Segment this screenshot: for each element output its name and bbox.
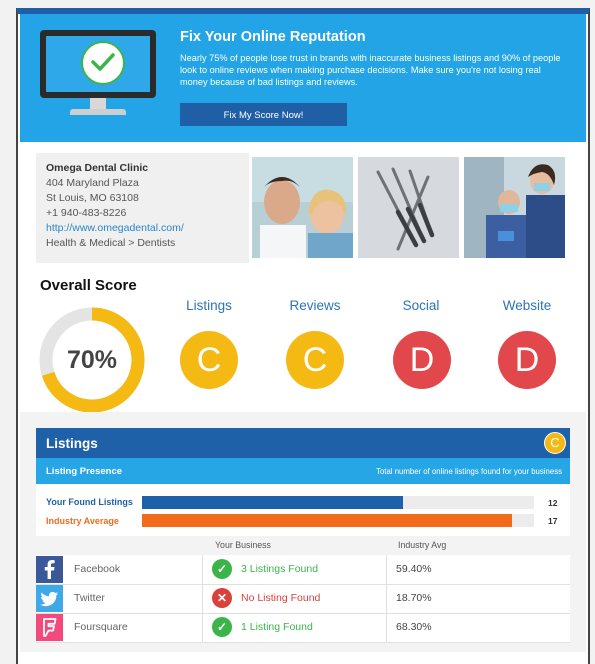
foursquare-icon: [36, 614, 63, 641]
facebook-icon: [36, 556, 63, 583]
score-label-website: Website: [502, 298, 552, 313]
industry-average-bar: [142, 514, 513, 527]
listings-grade-badge: C: [544, 432, 566, 454]
site-name: Twitter: [74, 592, 105, 604]
business-address-line1: 404 Maryland Plaza: [46, 177, 139, 189]
business-phone: +1 940-483-8226: [46, 207, 127, 219]
monitor-base: [70, 109, 126, 115]
industry-average-label: Industry Average: [46, 516, 119, 526]
business-address-line2: St Louis, MO 63108: [46, 192, 139, 204]
business-card: Omega Dental Clinic 404 Maryland Plaza S…: [36, 153, 249, 263]
cross-icon: ✕: [212, 588, 232, 608]
score-label-listings: Listings: [186, 298, 232, 313]
photo-dental-tools: [358, 157, 459, 258]
column-header-industry-avg: Industry Avg: [398, 540, 447, 550]
table-row: Facebook ✓ 3 Listings Found 59.40%: [36, 555, 570, 585]
business-name: Omega Dental Clinic: [46, 162, 149, 174]
business-website-link[interactable]: http://www.omegadental.com/: [46, 221, 249, 236]
checkmark-icon: [81, 41, 125, 85]
listing-status: 1 Listing Found: [241, 621, 313, 633]
industry-avg-value: 59.40%: [396, 563, 432, 575]
overall-score-value: 70%: [66, 346, 118, 374]
column-divider: [386, 555, 387, 584]
business-category: Health & Medical > Dentists: [46, 237, 176, 249]
column-divider: [202, 584, 203, 613]
column-divider: [202, 613, 203, 642]
banner-title: Fix Your Online Reputation: [180, 29, 366, 45]
monitor-icon: [40, 30, 156, 98]
grade-badge-social: D: [393, 331, 451, 389]
listing-presence-header: Listing Presence Total number of online …: [36, 458, 570, 484]
column-divider: [386, 613, 387, 642]
your-listings-value: 12: [548, 498, 558, 508]
table-row: Foursquare ✓ 1 Listing Found 68.30%: [36, 613, 570, 643]
site-name: Facebook: [74, 563, 121, 575]
industry-average-value: 17: [548, 516, 558, 526]
fix-score-button[interactable]: Fix My Score Now!: [180, 103, 347, 126]
grade-badge-website: D: [498, 331, 556, 389]
listing-comparison-bars: Your Found Listings 12 Industry Average …: [36, 484, 570, 536]
photo-dental-team: [464, 157, 565, 258]
column-divider: [386, 584, 387, 613]
banner-text: Nearly 75% of people lose trust in brand…: [180, 53, 561, 87]
industry-avg-value: 68.30%: [396, 621, 432, 633]
check-icon: ✓: [212, 617, 232, 637]
column-divider: [202, 555, 203, 584]
twitter-icon: [36, 585, 63, 612]
industry-average-track: [142, 514, 534, 527]
site-name: Foursquare: [74, 621, 128, 633]
industry-avg-value: 18.70%: [396, 592, 432, 604]
listing-status: 3 Listings Found: [241, 563, 319, 575]
column-header-your-business: Your Business: [215, 540, 271, 550]
listings-table: Facebook ✓ 3 Listings Found 59.40% Twitt…: [36, 555, 570, 643]
score-label-reviews: Reviews: [289, 298, 341, 313]
score-label-social: Social: [402, 298, 440, 313]
listing-status: No Listing Found: [241, 592, 321, 604]
listings-title: Listings: [46, 436, 98, 451]
grade-badge-listings: C: [180, 331, 238, 389]
listing-presence-description: Total number of online listings found fo…: [376, 467, 562, 476]
check-icon: ✓: [212, 559, 232, 579]
listing-presence-title: Listing Presence: [46, 466, 123, 477]
grade-badge-reviews: C: [286, 331, 344, 389]
your-listings-label: Your Found Listings: [46, 497, 133, 507]
promo-banner: Fix Your Online Reputation Nearly 75% of…: [20, 14, 586, 142]
table-row: Twitter ✕ No Listing Found 18.70%: [36, 584, 570, 614]
listings-header: Listings C: [36, 428, 570, 458]
photo-dentist-patient: [252, 157, 353, 258]
your-listings-bar: [142, 496, 404, 509]
your-listings-track: [142, 496, 534, 509]
overall-score-title: Overall Score: [40, 277, 137, 294]
